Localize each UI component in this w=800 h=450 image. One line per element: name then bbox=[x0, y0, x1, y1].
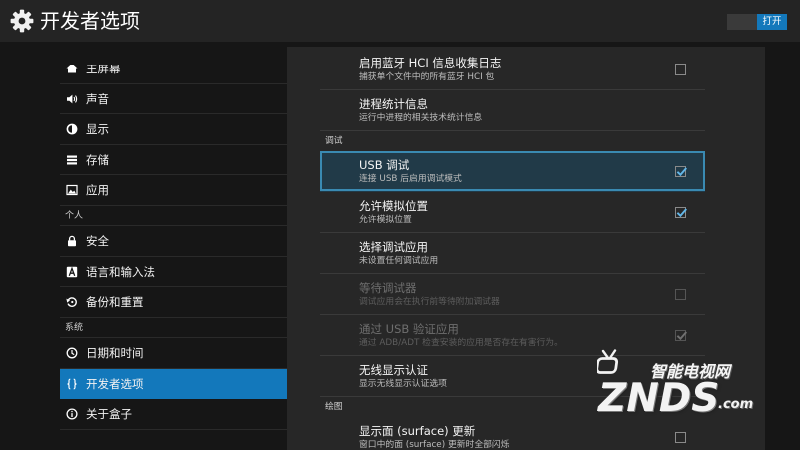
restore-icon bbox=[66, 296, 78, 308]
pref-summary: 捕获单个文件中的所有蓝牙 HCI 包 bbox=[359, 72, 495, 82]
pref-wait-for-debugger[interactable]: 等待调试器 调试应用会在执行前等待附加调试器 bbox=[320, 274, 705, 315]
sidebar-item-display[interactable]: 显示 bbox=[60, 114, 287, 145]
checkbox[interactable] bbox=[675, 207, 688, 218]
sidebar-item-label: 安全 bbox=[86, 234, 109, 248]
tv-antenna-icon bbox=[597, 349, 621, 375]
sidebar-item-label: 关于盒子 bbox=[86, 407, 132, 421]
pref-title: USB 调试 bbox=[359, 158, 410, 172]
sidebar-item-home-screen[interactable]: 主屏幕 bbox=[60, 65, 287, 84]
sidebar-item-backup-reset[interactable]: 备份和重置 bbox=[60, 287, 287, 318]
checkmark-icon bbox=[676, 208, 688, 218]
sidebar-item-language-input[interactable]: 语言和输入法 bbox=[60, 257, 287, 287]
pref-select-debug-app[interactable]: 选择调试应用 未设置任何调试应用 bbox=[320, 233, 705, 274]
pref-text: 进程统计信息 运行中进程的相关技术统计信息 bbox=[359, 97, 482, 124]
sidebar-list: 主屏幕 声音 显示 存储 应用 个人 安全 语言和输入法 备份和重置 系统 日期… bbox=[60, 65, 287, 430]
sidebar-item-label: 语言和输入法 bbox=[86, 264, 155, 279]
pref-title: 启用蓝牙 HCI 信息收集日志 bbox=[359, 56, 502, 70]
pref-summary: 连接 USB 后启用调试模式 bbox=[359, 174, 462, 184]
page-title: 开发者选项 bbox=[40, 9, 140, 33]
sidebar-item-apps[interactable]: 应用 bbox=[60, 175, 287, 206]
watermark-brand: ZNDS bbox=[598, 376, 720, 421]
pref-title: 进程统计信息 bbox=[359, 97, 428, 111]
sidebar-item-security[interactable]: 安全 bbox=[60, 226, 287, 257]
clock-icon bbox=[66, 347, 78, 359]
sidebar-item-label: 存储 bbox=[86, 152, 109, 167]
pref-title: 无线显示认证 bbox=[359, 363, 428, 377]
app-header: 开发者选项 打开 bbox=[0, 0, 800, 42]
sidebar-item-label: 日期和时间 bbox=[86, 346, 144, 360]
gear-icon bbox=[10, 9, 34, 33]
brightness-icon bbox=[66, 123, 78, 135]
sidebar-item-sound[interactable]: 声音 bbox=[60, 84, 287, 114]
sidebar-section-personal: 个人 bbox=[60, 206, 287, 226]
toggle-state-label: 打开 bbox=[757, 14, 787, 30]
pref-text: 显示面 (surface) 更新 窗口中的面 (surface) 更新时全部闪烁 bbox=[359, 424, 510, 450]
sidebar-item-developer-options[interactable]: 开发者选项 bbox=[60, 368, 287, 399]
pref-text: USB 调试 连接 USB 后启用调试模式 bbox=[359, 158, 462, 185]
pref-process-stats[interactable]: 进程统计信息 运行中进程的相关技术统计信息 bbox=[320, 90, 705, 131]
sidebar-item-label: 显示 bbox=[86, 122, 109, 136]
pref-category-debugging: 调试 bbox=[325, 136, 343, 146]
checkbox[interactable] bbox=[675, 330, 688, 341]
pref-text: 无线显示认证 显示无线显示认证选项 bbox=[359, 363, 447, 390]
pref-title: 允许模拟位置 bbox=[359, 199, 428, 213]
sidebar-section-system: 系统 bbox=[60, 318, 287, 338]
sidebar-item-label: 应用 bbox=[86, 183, 109, 197]
pref-text: 启用蓝牙 HCI 信息收集日志 捕获单个文件中的所有蓝牙 HCI 包 bbox=[359, 56, 501, 83]
speaker-icon bbox=[66, 93, 78, 105]
sidebar-item-about-box[interactable]: 关于盒子 bbox=[60, 399, 287, 430]
storage-icon bbox=[66, 154, 78, 166]
developer-options-toggle[interactable]: 打开 bbox=[727, 14, 787, 30]
pref-summary: 显示无线显示认证选项 bbox=[359, 379, 447, 389]
checkbox[interactable] bbox=[675, 166, 688, 177]
pref-text: 等待调试器 调试应用会在执行前等待附加调试器 bbox=[359, 281, 500, 308]
pref-title: 通过 USB 验证应用 bbox=[359, 322, 459, 336]
sidebar-item-label: 备份和重置 bbox=[86, 295, 144, 309]
pref-summary: 运行中进程的相关技术统计信息 bbox=[359, 113, 483, 123]
checkmark-icon bbox=[676, 331, 688, 341]
sidebar-item-storage[interactable]: 存储 bbox=[60, 145, 287, 175]
sidebar-item-label: 声音 bbox=[86, 91, 109, 106]
pref-summary: 调试应用会在执行前等待附加调试器 bbox=[359, 297, 500, 307]
apps-icon bbox=[66, 184, 78, 196]
checkmark-icon bbox=[676, 167, 688, 177]
sidebar-item-date-time[interactable]: 日期和时间 bbox=[60, 338, 287, 369]
pref-verify-apps-over-usb[interactable]: 通过 USB 验证应用 通过 ADB/ADT 检查安装的应用是否存在有害行为。 bbox=[320, 315, 705, 356]
pref-bluetooth-hci-log[interactable]: 启用蓝牙 HCI 信息收集日志 捕获单个文件中的所有蓝牙 HCI 包 bbox=[320, 49, 705, 90]
sidebar-item-label: 主屏幕 bbox=[86, 65, 121, 75]
checkbox[interactable] bbox=[675, 289, 686, 300]
settings-sidebar: 主屏幕 声音 显示 存储 应用 个人 安全 语言和输入法 备份和重置 系统 日期… bbox=[60, 65, 287, 450]
pref-title: 等待调试器 bbox=[359, 281, 417, 295]
pref-summary: 允许模拟位置 bbox=[359, 215, 412, 225]
checkbox[interactable] bbox=[675, 64, 686, 75]
pref-summary: 窗口中的面 (surface) 更新时全部闪烁 bbox=[359, 440, 510, 450]
sidebar-item-label: 开发者选项 bbox=[86, 376, 144, 391]
home-icon bbox=[66, 65, 78, 74]
braces-icon bbox=[66, 378, 78, 390]
pref-summary: 通过 ADB/ADT 检查安装的应用是否存在有害行为。 bbox=[359, 338, 563, 348]
watermark-suffix: .com bbox=[718, 397, 754, 412]
pref-summary: 未设置任何调试应用 bbox=[359, 256, 439, 266]
lock-icon bbox=[66, 235, 78, 247]
info-icon bbox=[66, 408, 78, 420]
pref-mock-location[interactable]: 允许模拟位置 允许模拟位置 bbox=[320, 192, 705, 233]
checkbox[interactable] bbox=[675, 432, 686, 443]
pref-text: 选择调试应用 未设置任何调试应用 bbox=[359, 240, 438, 267]
pref-title: 选择调试应用 bbox=[359, 240, 428, 254]
pref-usb-debugging[interactable]: USB 调试 连接 USB 后启用调试模式 bbox=[320, 151, 705, 192]
pref-text: 允许模拟位置 允许模拟位置 bbox=[359, 199, 428, 226]
pref-show-surface-updates[interactable]: 显示面 (surface) 更新 窗口中的面 (surface) 更新时全部闪烁 bbox=[320, 417, 705, 450]
language-icon bbox=[66, 266, 78, 278]
pref-text: 通过 USB 验证应用 通过 ADB/ADT 检查安装的应用是否存在有害行为。 bbox=[359, 322, 563, 349]
pref-title: 显示面 (surface) 更新 bbox=[359, 424, 476, 438]
